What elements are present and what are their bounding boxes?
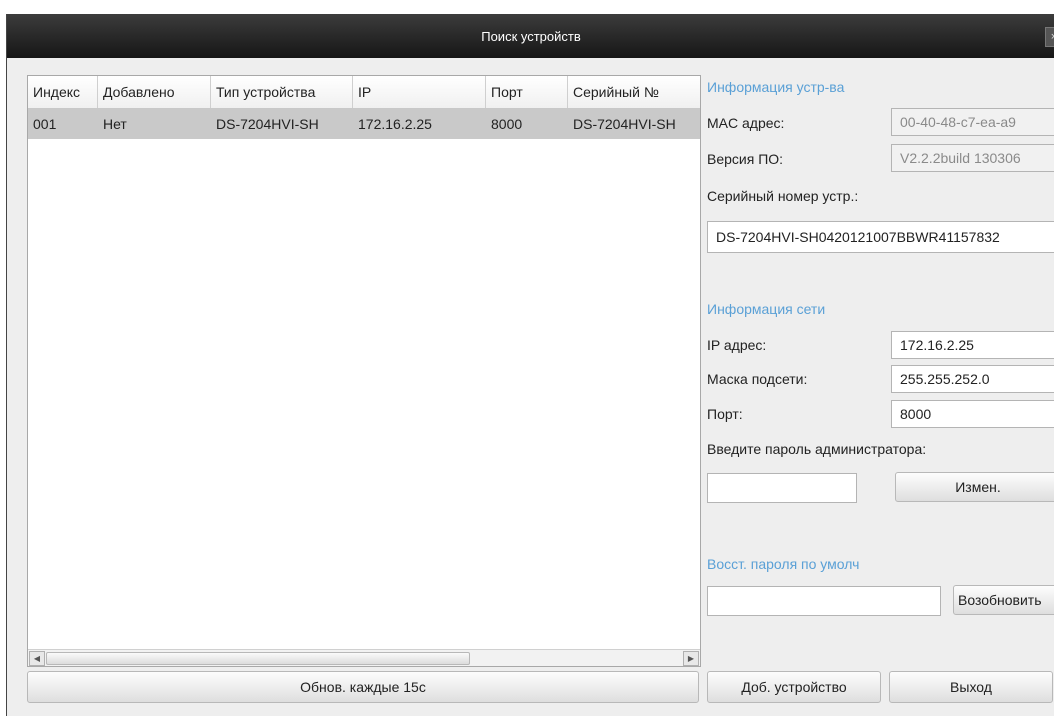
renew-button[interactable]: Возобновить	[953, 585, 1054, 615]
firmware-label: Версия ПО:	[707, 151, 784, 167]
admin-password-field[interactable]	[707, 473, 857, 503]
search-devices-window: Поиск устройств × Индекс Добавлено Тип у…	[6, 14, 1054, 716]
cell-ip: 172.16.2.25	[358, 116, 432, 132]
subnet-mask-field[interactable]: 255.255.252.0	[891, 365, 1054, 393]
horizontal-scrollbar[interactable]: ◀ ▶	[28, 649, 700, 666]
cell-device-type: DS-7204HVI-SH	[216, 116, 319, 132]
title-bar[interactable]: Поиск устройств ×	[7, 14, 1054, 58]
port-label: Порт:	[707, 406, 743, 422]
ip-field[interactable]: 172.16.2.25	[891, 331, 1054, 359]
table-header: Индекс Добавлено Тип устройства IP Порт …	[28, 76, 700, 109]
admin-password-label: Введите пароль администратора:	[707, 441, 927, 457]
cell-serial: DS-7204HVI-SH	[573, 116, 676, 132]
close-icon[interactable]: ×	[1045, 27, 1054, 47]
column-header-serial[interactable]: Серийный №	[568, 76, 700, 108]
table-row[interactable]: 001 Нет DS-7204HVI-SH 172.16.2.25 8000 D…	[28, 109, 700, 139]
column-header-ip[interactable]: IP	[353, 76, 486, 108]
details-panel: Информация устр-ва MAC адрес: 00-40-48-c…	[705, 75, 1054, 675]
add-device-button[interactable]: Доб. устройство	[707, 671, 881, 703]
device-info-title: Информация устр-ва	[707, 79, 845, 95]
mac-label: MAC адрес:	[707, 115, 785, 131]
firmware-field[interactable]: V2.2.2build 130306	[891, 144, 1054, 172]
mac-field[interactable]: 00-40-48-c7-ea-a9	[891, 108, 1054, 136]
port-field[interactable]: 8000	[891, 400, 1054, 428]
scroll-right-icon[interactable]: ▶	[683, 651, 699, 666]
ip-label: IP адрес:	[707, 337, 767, 353]
column-header-index[interactable]: Индекс	[28, 76, 98, 108]
scrollbar-thumb[interactable]	[46, 652, 470, 665]
scroll-left-icon[interactable]: ◀	[29, 651, 45, 666]
subnet-mask-label: Маска подсети:	[707, 371, 808, 387]
window-title: Поиск устройств	[481, 28, 581, 44]
refresh-button[interactable]: Обнов. каждые 15с	[27, 671, 699, 703]
cell-added: Нет	[103, 116, 127, 132]
restore-password-field[interactable]	[707, 586, 941, 616]
serial-field[interactable]: DS-7204HVI-SH0420121007BBWR41157832	[707, 221, 1054, 253]
column-header-added[interactable]: Добавлено	[98, 76, 211, 108]
device-table: Индекс Добавлено Тип устройства IP Порт …	[27, 75, 701, 667]
restore-password-title: Восст. пароля по умолч	[707, 556, 860, 572]
exit-button[interactable]: Выход	[889, 671, 1053, 703]
cell-index: 001	[33, 116, 57, 132]
serial-label: Серийный номер устр.:	[707, 188, 859, 204]
column-header-device-type[interactable]: Тип устройства	[211, 76, 353, 108]
change-button[interactable]: Измен.	[895, 472, 1054, 502]
column-header-port[interactable]: Порт	[486, 76, 568, 108]
cell-port: 8000	[491, 116, 523, 132]
network-info-title: Информация сети	[707, 301, 826, 317]
